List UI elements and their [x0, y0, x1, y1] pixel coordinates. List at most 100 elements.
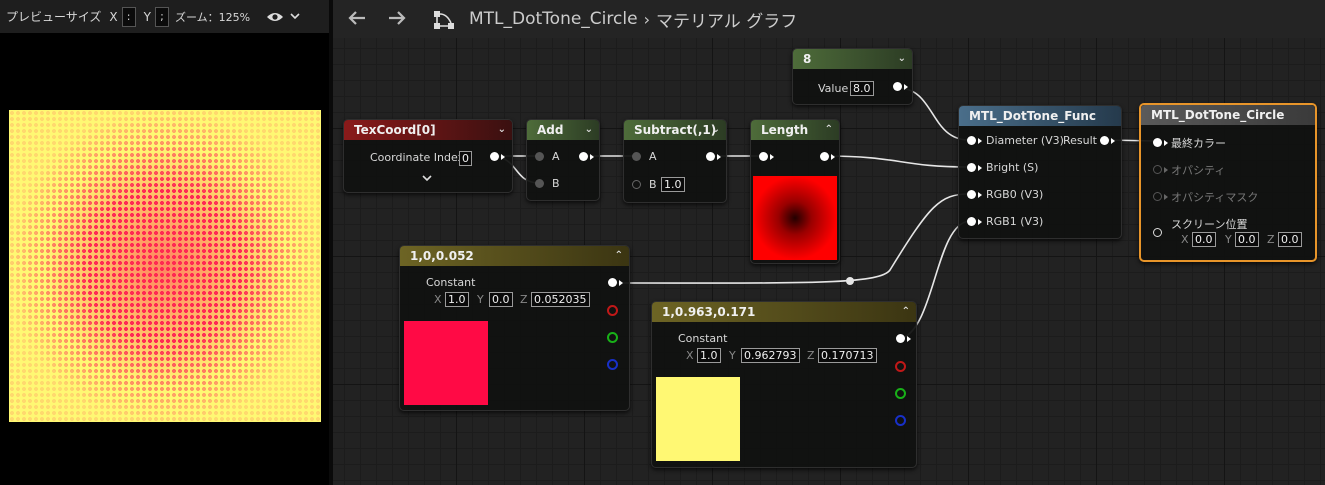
- breadcrumb-separator: ›: [643, 9, 650, 29]
- texcoord-node-title[interactable]: TexCoord[0] ⌄: [344, 120, 512, 140]
- rgb1-label: RGB1 (V3): [986, 215, 1044, 228]
- subtract-node[interactable]: Subtract(,1) ⌄ A B 1.0: [623, 119, 727, 203]
- scalar-output-pin[interactable]: [893, 82, 902, 91]
- chevron-up-icon[interactable]: ⌃: [902, 302, 910, 322]
- const2-green-pin[interactable]: [895, 388, 906, 399]
- subtract-node-title[interactable]: Subtract(,1) ⌄: [624, 120, 726, 140]
- bright-label: Bright (S): [986, 161, 1039, 174]
- breadcrumb-asset[interactable]: MTL_DotTone_Circle: [469, 9, 638, 29]
- constant-red-node[interactable]: 1,0,0.052 ⌃ Constant X 1.0 Y 0.0 Z 0.052…: [399, 245, 630, 411]
- texcoord-title-text: TexCoord[0]: [354, 123, 436, 137]
- back-arrow-icon[interactable]: [347, 7, 369, 31]
- pin-arrow-icon: [978, 165, 982, 171]
- pin-arrow-icon: [619, 280, 623, 286]
- preview-x-input[interactable]: :: [121, 6, 136, 27]
- add-input-a-pin[interactable]: [535, 152, 544, 161]
- chevron-up-icon[interactable]: ⌃: [825, 120, 833, 140]
- const2-x-input[interactable]: 1.0: [697, 348, 721, 363]
- add-pin-b-label: B: [552, 177, 560, 190]
- scalar-title-text: 8: [803, 52, 812, 66]
- const2-red-pin[interactable]: [895, 361, 906, 372]
- diameter-input-pin[interactable]: [967, 136, 976, 145]
- output-title-text: MTL_DotTone_Circle: [1151, 108, 1285, 122]
- screen-pos-z-input[interactable]: 0.0: [1278, 232, 1302, 247]
- const1-z-input[interactable]: 0.052035: [531, 292, 590, 307]
- final-color-input-pin[interactable]: [1153, 138, 1162, 147]
- scalar-value-input[interactable]: 8.0: [850, 81, 874, 96]
- const1-green-pin[interactable]: [607, 332, 618, 343]
- length-output-pin[interactable]: [820, 152, 829, 161]
- add-node-title[interactable]: Add ⌄: [527, 120, 599, 140]
- const2-node-title[interactable]: 1,0.963,0.171 ⌃: [652, 302, 916, 322]
- const2-blue-pin[interactable]: [895, 415, 906, 426]
- preview-y-label: Y: [143, 9, 151, 24]
- constant-yellow-node[interactable]: 1,0.963,0.171 ⌃ Constant X 1.0 Y 0.96279…: [651, 301, 917, 468]
- const1-blue-pin[interactable]: [607, 359, 618, 370]
- screen-pos-x-input[interactable]: 0.0: [1192, 232, 1216, 247]
- chevron-down-icon[interactable]: [290, 10, 300, 23]
- subtract-input-b-pin[interactable]: [632, 180, 641, 189]
- rgb0-input-pin[interactable]: [967, 190, 976, 199]
- add-pin-a-label: A: [552, 150, 560, 163]
- eye-icon[interactable]: [266, 11, 284, 23]
- scalar-node-title[interactable]: 8 ⌄: [793, 49, 912, 69]
- const1-output-pin[interactable]: [608, 278, 617, 287]
- expand-chevron-icon[interactable]: [422, 172, 432, 185]
- pin-arrow-icon: [978, 219, 982, 225]
- const1-x-input[interactable]: 1.0: [445, 292, 469, 307]
- subtract-b-input[interactable]: 1.0: [661, 177, 685, 192]
- subtract-output-pin[interactable]: [706, 152, 715, 161]
- screen-pos-x-label: X: [1181, 233, 1189, 246]
- const1-red-pin[interactable]: [607, 305, 618, 316]
- const2-y-label: Y: [729, 349, 736, 362]
- screen-pos-y-input[interactable]: 0.0: [1235, 232, 1259, 247]
- const1-y-input[interactable]: 0.0: [489, 292, 513, 307]
- rgb1-input-pin[interactable]: [967, 217, 976, 226]
- const1-label: Constant: [426, 276, 476, 289]
- output-node-title[interactable]: MTL_DotTone_Circle: [1141, 105, 1315, 125]
- preview-toolbar: プレビューサイズ X : Y ; ズーム：125%: [0, 0, 329, 33]
- result-output-pin[interactable]: [1100, 136, 1109, 145]
- func-node-title[interactable]: MTL_DotTone_Func: [959, 106, 1121, 126]
- opacity-mask-input-pin[interactable]: [1153, 192, 1162, 201]
- chevron-up-icon[interactable]: ⌃: [615, 246, 623, 266]
- length-node[interactable]: Length ⌃: [750, 119, 840, 264]
- pin-arrow-icon: [501, 154, 505, 160]
- pin-arrow-icon: [717, 154, 721, 160]
- material-output-node[interactable]: MTL_DotTone_Circle 最終カラー オパシティ オパシティマスク …: [1139, 103, 1317, 262]
- dottone-func-node[interactable]: MTL_DotTone_Func Diameter (V3) Result Br…: [958, 105, 1122, 239]
- screen-position-input-pin[interactable]: [1153, 228, 1162, 237]
- opacity-input-pin[interactable]: [1153, 165, 1162, 174]
- chevron-down-icon[interactable]: ⌄: [712, 120, 720, 140]
- chevron-down-icon[interactable]: ⌄: [898, 49, 906, 69]
- pin-arrow-icon: [1111, 138, 1115, 144]
- const2-z-label: Z: [807, 349, 815, 362]
- add-output-pin[interactable]: [579, 152, 588, 161]
- chevron-down-icon[interactable]: ⌄: [585, 120, 593, 140]
- const2-output-pin[interactable]: [896, 334, 905, 343]
- const2-y-input[interactable]: 0.962793: [741, 348, 800, 363]
- final-color-label: 最終カラー: [1171, 137, 1226, 150]
- pin-arrow-icon: [978, 138, 982, 144]
- add-input-b-pin[interactable]: [535, 179, 544, 188]
- subtract-input-a-pin[interactable]: [632, 152, 641, 161]
- add-node[interactable]: Add ⌄ A B: [526, 119, 600, 201]
- opacity-mask-label: オパシティマスク: [1171, 191, 1259, 204]
- subtract-pin-b-label: B: [649, 178, 657, 191]
- const1-node-title[interactable]: 1,0,0.052 ⌃: [400, 246, 629, 266]
- length-node-title[interactable]: Length ⌃: [751, 120, 839, 140]
- chevron-down-icon[interactable]: ⌄: [498, 120, 506, 140]
- screen-pos-y-label: Y: [1225, 233, 1232, 246]
- preview-y-input[interactable]: ;: [154, 6, 169, 27]
- texcoord-node[interactable]: TexCoord[0] ⌄ Coordinate Index 0: [343, 119, 513, 193]
- texcoord-output-pin[interactable]: [490, 152, 499, 161]
- bright-input-pin[interactable]: [967, 163, 976, 172]
- breadcrumb-page: マテリアル グラフ: [655, 11, 798, 32]
- const2-z-input[interactable]: 0.170713: [818, 348, 877, 363]
- material-preview-image[interactable]: [9, 110, 321, 422]
- length-input-pin[interactable]: [759, 152, 768, 161]
- coordinate-index-input[interactable]: 0: [459, 151, 472, 166]
- pin-arrow-icon: [1164, 194, 1168, 200]
- forward-arrow-icon[interactable]: [387, 7, 409, 31]
- scalar-node[interactable]: 8 ⌄ Value 8.0: [792, 48, 913, 105]
